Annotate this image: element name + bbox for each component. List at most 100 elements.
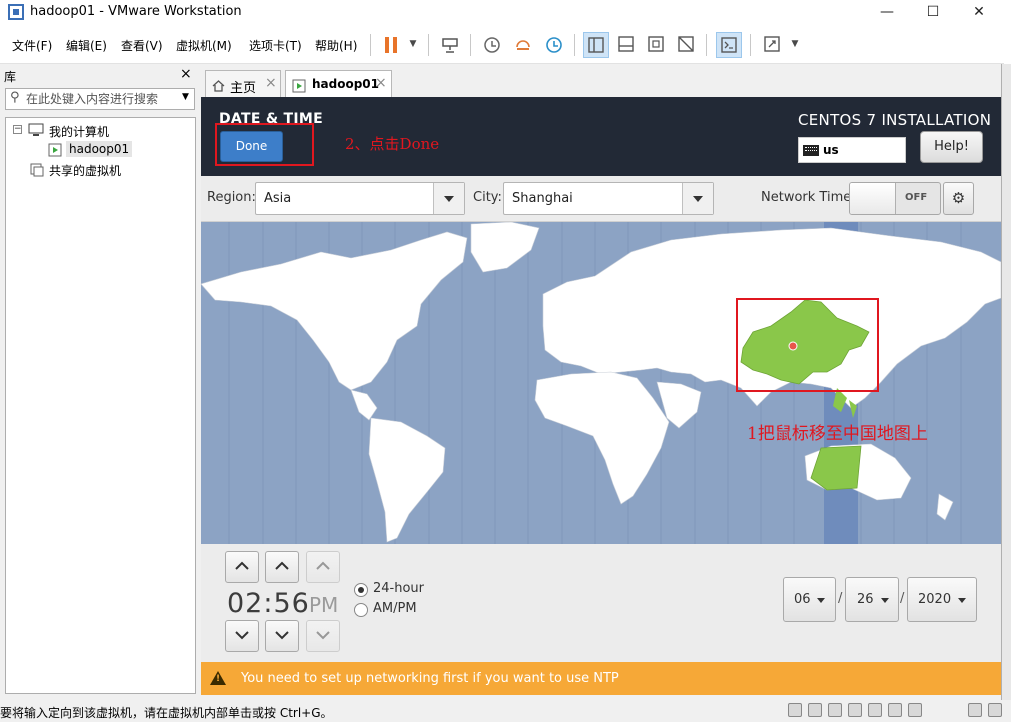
message-log-icon[interactable] bbox=[988, 703, 1002, 717]
printer-icon[interactable] bbox=[888, 703, 902, 717]
library-search-input[interactable] bbox=[26, 89, 176, 109]
toolbar-separator bbox=[370, 34, 371, 56]
toolbar-separator bbox=[428, 34, 429, 56]
display-icon[interactable] bbox=[908, 703, 922, 717]
toggle-knob bbox=[850, 183, 896, 214]
menu-bar: 文件(F) 编辑(E) 查看(V) 虚拟机(M) 选项卡(T) 帮助(H) ▼ … bbox=[0, 26, 1004, 64]
date-separator: / bbox=[838, 591, 843, 606]
minimize-button[interactable]: — bbox=[864, 0, 910, 26]
ampm-down-button[interactable] bbox=[306, 620, 340, 652]
gear-icon[interactable]: ⚙ bbox=[943, 182, 974, 215]
day-value: 26 bbox=[857, 592, 874, 607]
annotation-box-china bbox=[736, 298, 879, 392]
month-select[interactable]: 06 bbox=[783, 577, 836, 622]
date-separator: / bbox=[900, 591, 905, 606]
close-window-button[interactable]: ✕ bbox=[956, 0, 1002, 26]
toolbar-separator bbox=[750, 34, 751, 56]
toolbar-separator bbox=[574, 34, 575, 56]
installer-header: DATE & TIME Done 2、点击Done CENTOS 7 INSTA… bbox=[201, 97, 1001, 176]
region-city-bar: Region: Asia City: Shanghai Network Time… bbox=[201, 176, 1001, 222]
library-search[interactable]: ⚲ ▼ bbox=[5, 88, 195, 110]
annotation-step2: 2、点击Done bbox=[345, 135, 440, 153]
chevron-down-icon bbox=[881, 598, 889, 603]
hard-disk-icon[interactable] bbox=[788, 703, 802, 717]
menu-edit[interactable]: 编辑(E) bbox=[66, 37, 107, 54]
tab-hadoop01-label: hadoop01 bbox=[312, 77, 380, 91]
usb-icon[interactable] bbox=[848, 703, 862, 717]
day-select[interactable]: 26 bbox=[845, 577, 899, 622]
format-ampm-radio[interactable] bbox=[354, 603, 368, 617]
unity-mode-icon[interactable] bbox=[673, 32, 699, 58]
revert-snapshot-icon[interactable] bbox=[510, 32, 536, 58]
snapshot-icon[interactable] bbox=[479, 32, 505, 58]
stretch-dropdown-icon[interactable]: ▼ bbox=[782, 32, 808, 58]
time-date-controls: 02:56 PM 24-hour AM/PM 06 / 26 / 2020 bbox=[201, 544, 1001, 662]
ampm-up-button[interactable] bbox=[306, 551, 340, 583]
vm-console-edge bbox=[1001, 64, 1011, 700]
network-adapter-icon[interactable] bbox=[828, 703, 842, 717]
library-close-icon[interactable]: × bbox=[180, 66, 192, 82]
toggle-state: OFF bbox=[905, 192, 928, 203]
year-select[interactable]: 2020 bbox=[907, 577, 977, 622]
cd-drive-icon[interactable] bbox=[808, 703, 822, 717]
full-screen-icon[interactable] bbox=[643, 32, 669, 58]
chevron-down-icon bbox=[958, 598, 966, 603]
hours-down-button[interactable] bbox=[225, 620, 259, 652]
network-time-toggle[interactable]: OFF bbox=[849, 182, 941, 215]
menu-view[interactable]: 查看(V) bbox=[121, 37, 163, 54]
fullscreen-status-icon[interactable] bbox=[968, 703, 982, 717]
menu-vm[interactable]: 虚拟机(M) bbox=[176, 37, 232, 54]
console-view-icon[interactable] bbox=[716, 32, 742, 58]
hours-up-button[interactable] bbox=[225, 551, 259, 583]
window-edge bbox=[1004, 0, 1011, 64]
collapse-icon[interactable]: − bbox=[13, 125, 22, 134]
format-24h-label: 24-hour bbox=[373, 581, 425, 596]
search-icon: ⚲ bbox=[10, 90, 20, 105]
snapshot-manager-icon[interactable] bbox=[541, 32, 567, 58]
format-24h-radio[interactable] bbox=[354, 583, 368, 597]
toolbar-separator bbox=[470, 34, 471, 56]
region-select[interactable]: Asia bbox=[255, 182, 465, 215]
tab-hadoop01[interactable]: hadoop01 × bbox=[285, 70, 392, 98]
chevron-up-icon bbox=[275, 561, 289, 570]
ampm-display: PM bbox=[309, 593, 339, 617]
help-button[interactable]: Help! bbox=[920, 131, 983, 163]
keyboard-icon bbox=[803, 145, 819, 156]
menu-tabs[interactable]: 选项卡(T) bbox=[249, 37, 302, 54]
sound-icon[interactable] bbox=[868, 703, 882, 717]
chevron-down-icon bbox=[682, 183, 713, 214]
minutes-down-button[interactable] bbox=[265, 620, 299, 652]
chevron-down-icon[interactable]: ▼ bbox=[182, 92, 189, 102]
send-ctrl-alt-del-icon[interactable] bbox=[437, 32, 463, 58]
tab-close-icon[interactable]: × bbox=[375, 75, 387, 91]
tab-strip: 主页 × hadoop01 × bbox=[200, 64, 1004, 98]
month-value: 06 bbox=[794, 592, 811, 607]
format-ampm-label: AM/PM bbox=[373, 601, 417, 616]
status-text: 要将输入定向到该虚拟机，请在虚拟机内部单击或按 Ctrl+G。 bbox=[0, 706, 333, 720]
vm-console[interactable]: DATE & TIME Done 2、点击Done CENTOS 7 INSTA… bbox=[201, 97, 1001, 695]
keyboard-layout: us bbox=[823, 143, 839, 157]
chevron-down-icon bbox=[316, 631, 330, 640]
chevron-down-icon bbox=[275, 631, 289, 640]
chevron-down-icon bbox=[817, 598, 825, 603]
menu-file[interactable]: 文件(F) bbox=[12, 37, 52, 54]
tree-item-hadoop01[interactable]: hadoop01 bbox=[66, 141, 133, 157]
warning-icon-mark: ! bbox=[216, 674, 221, 684]
tree-item-my-computer[interactable]: 我的计算机 bbox=[49, 123, 109, 140]
city-label: City: bbox=[473, 190, 502, 205]
keyboard-layout-indicator[interactable]: us bbox=[798, 137, 906, 163]
menu-help[interactable]: 帮助(H) bbox=[315, 37, 357, 54]
annotation-box-done bbox=[215, 123, 314, 166]
window-titlebar: hadoop01 - VMware Workstation — ☐ ✕ bbox=[0, 0, 1011, 26]
timezone-map[interactable]: 1把鼠标移至中国地图上 bbox=[201, 222, 1001, 544]
thumbnail-bar-icon[interactable] bbox=[613, 32, 639, 58]
tab-close-icon[interactable]: × bbox=[265, 75, 277, 91]
city-select[interactable]: Shanghai bbox=[503, 182, 714, 215]
maximize-button[interactable]: ☐ bbox=[910, 0, 956, 26]
region-label: Region: bbox=[207, 190, 256, 205]
tree-item-shared-vms[interactable]: 共享的虚拟机 bbox=[49, 162, 121, 179]
power-dropdown-icon[interactable]: ▼ bbox=[400, 32, 426, 58]
minutes-up-button[interactable] bbox=[265, 551, 299, 583]
tab-home[interactable]: 主页 × bbox=[205, 70, 281, 98]
show-library-icon[interactable] bbox=[583, 32, 609, 58]
